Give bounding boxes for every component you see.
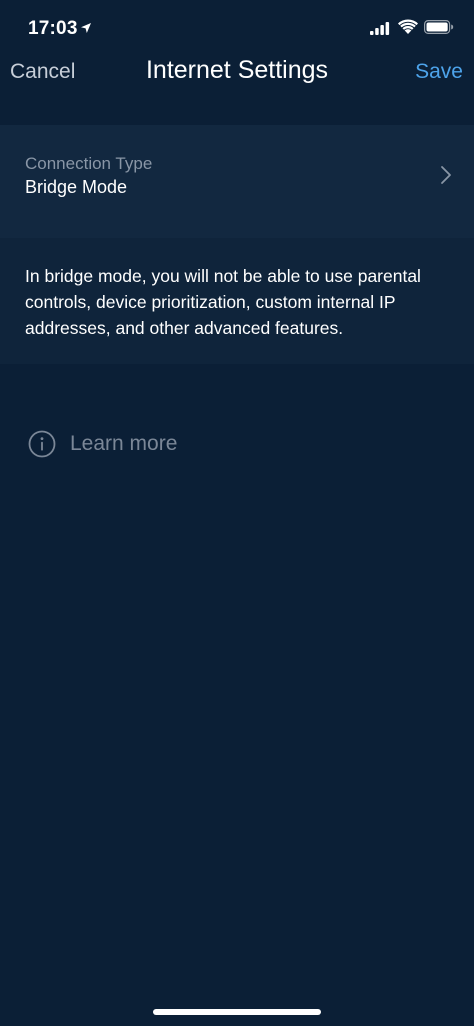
chevron-right-icon <box>441 166 451 184</box>
connection-type-value: Bridge Mode <box>25 177 128 197</box>
connection-type-row[interactable]: Connection Type Bridge Mode <box>0 125 474 238</box>
bridge-mode-description: In bridge mode, you will not be able to … <box>25 266 421 338</box>
internet-settings-screen: 17:03 Cancel Internet Settings Save Conn… <box>0 0 474 1026</box>
learn-more-label: Learn more <box>70 432 178 455</box>
bridge-mode-info-panel: In bridge mode, you will not be able to … <box>0 238 474 364</box>
info-icon <box>28 430 56 458</box>
battery-icon <box>424 20 454 34</box>
status-time: 17:03 <box>28 18 78 39</box>
home-indicator[interactable] <box>153 1009 321 1015</box>
location-arrow-icon <box>81 23 91 33</box>
navigation-bar: Cancel Internet Settings Save <box>0 50 474 100</box>
save-button[interactable]: Save <box>415 60 463 84</box>
wifi-icon <box>398 19 418 34</box>
page-title: Internet Settings <box>145 56 329 84</box>
connection-type-label: Connection Type <box>25 154 153 173</box>
cellular-signal-icon <box>370 22 390 35</box>
